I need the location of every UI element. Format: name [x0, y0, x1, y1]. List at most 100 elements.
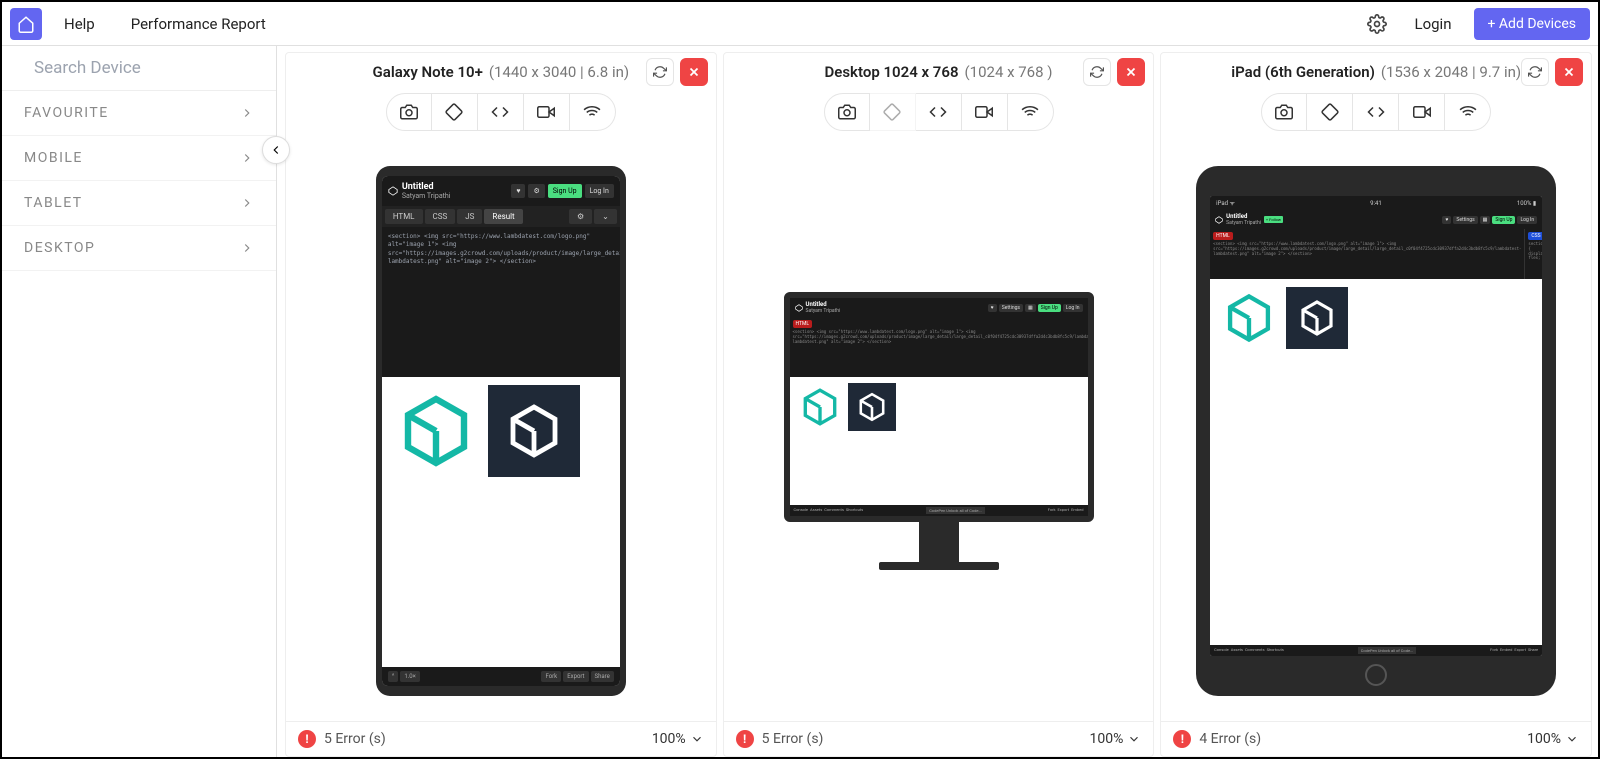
tab-result: Result	[484, 209, 522, 224]
codepen-title: Untitled	[806, 301, 841, 308]
refresh-icon	[1090, 65, 1104, 79]
codepen-code: <section> <img src="https://www.lambdate…	[382, 227, 620, 377]
rotate-icon	[1321, 103, 1339, 121]
settings-icon: ⚙	[528, 184, 544, 198]
device-header: iPad (6th Generation) (1536 x 2048 | 9.7…	[1161, 53, 1591, 87]
device-toolbar	[286, 87, 716, 141]
device-content: Galaxy Note 10+ (1440 x 3040 | 6.8 in)	[277, 46, 1598, 757]
device-title: Galaxy Note 10+	[373, 63, 483, 81]
logo-light	[390, 385, 482, 477]
rotate-button[interactable]	[870, 93, 916, 131]
settings-button[interactable]	[1361, 8, 1393, 40]
performance-report-link[interactable]: Performance Report	[117, 7, 280, 41]
network-button[interactable]	[570, 93, 616, 131]
device-footer: ! 5 Error (s) 100%	[286, 721, 716, 756]
home-button[interactable]	[10, 8, 42, 40]
phone-frame: UntitledSatyam Tripathi ♥ ⚙ Sign Up Log …	[376, 166, 626, 696]
main: FAVOURITE MOBILE TABLET DESKTOP Galaxy N…	[2, 46, 1598, 757]
device-footer: ! 5 Error (s) 100%	[724, 721, 1154, 756]
search-input[interactable]	[34, 58, 256, 78]
add-devices-button[interactable]: + Add Devices	[1474, 8, 1591, 40]
device-footer: ! 4 Error (s) 100%	[1161, 721, 1591, 756]
codepen-result	[1210, 279, 1542, 645]
ipad-frame: iPad ᯤ 9:41 100% ▮ UntitledSatyam Tripat…	[1196, 166, 1556, 696]
login-button: Log In	[585, 184, 614, 198]
chevron-down-icon	[1127, 732, 1141, 746]
close-icon	[1124, 65, 1138, 79]
chevron-right-icon	[240, 106, 254, 120]
code-icon	[929, 103, 947, 121]
ipad-status-bar: iPad ᯤ 9:41 100% ▮	[1210, 196, 1542, 210]
video-button[interactable]	[1399, 93, 1445, 131]
network-button[interactable]	[1445, 93, 1491, 131]
phone-screen[interactable]: UntitledSatyam Tripathi ♥ ⚙ Sign Up Log …	[382, 176, 620, 686]
video-button[interactable]	[524, 93, 570, 131]
fork-label: Fork	[541, 671, 561, 682]
codepen-footer: ^1.0× ForkExportShare	[382, 667, 620, 686]
settings-label: Settings	[999, 304, 1023, 312]
zoom-control[interactable]: 100%	[652, 731, 704, 747]
refresh-button[interactable]	[1521, 58, 1549, 86]
device-toolbar	[724, 87, 1154, 141]
screenshot-button[interactable]	[386, 93, 432, 131]
codepen-tabs: HTML CSS JS Result ⚙⌄	[382, 206, 620, 227]
wifi-icon	[1021, 103, 1039, 121]
sidebar-item-desktop[interactable]: DESKTOP	[2, 226, 276, 271]
code-icon	[491, 103, 509, 121]
chevron-right-icon	[240, 241, 254, 255]
codepen-panels: HTML<section> <img src="https://www.lamb…	[790, 317, 1088, 377]
error-badge[interactable]: ! 5 Error (s)	[298, 730, 386, 748]
camera-icon	[838, 103, 856, 121]
error-icon: !	[736, 730, 754, 748]
ipad-screen[interactable]: iPad ᯤ 9:41 100% ▮ UntitledSatyam Tripat…	[1210, 196, 1542, 656]
close-device-button[interactable]	[1117, 58, 1145, 86]
screenshot-button[interactable]	[824, 93, 870, 131]
logo-light	[1218, 287, 1280, 349]
video-button[interactable]	[962, 93, 1008, 131]
codepen-header: UntitledSatyam Tripathi ♥ ⚙ Sign Up Log …	[382, 176, 620, 206]
sidebar: FAVOURITE MOBILE TABLET DESKTOP	[2, 46, 277, 757]
refresh-button[interactable]	[646, 58, 674, 86]
camera-icon	[400, 103, 418, 121]
zoom-control[interactable]: 100%	[1527, 731, 1579, 747]
devtools-button[interactable]	[1353, 93, 1399, 131]
rotate-button[interactable]	[432, 93, 478, 131]
codepen-icon	[388, 186, 398, 196]
zoom-control[interactable]: 100%	[1089, 731, 1141, 747]
ipad-time: 9:41	[1370, 200, 1382, 207]
rotate-button[interactable]	[1307, 93, 1353, 131]
screenshot-button[interactable]	[1261, 93, 1307, 131]
video-icon	[537, 103, 555, 121]
error-icon: !	[298, 730, 316, 748]
sidebar-item-mobile[interactable]: MOBILE	[2, 136, 276, 181]
device-dimensions: (1536 x 2048 | 9.7 in)	[1381, 63, 1521, 81]
help-link[interactable]: Help	[50, 7, 109, 41]
devtools-button[interactable]	[478, 93, 524, 131]
login-link[interactable]: Login	[1405, 9, 1462, 39]
codepen-icon	[795, 304, 803, 312]
signup-button: Sign Up	[548, 184, 582, 198]
codepen-header: UntitledSatyam Tripathi + Follow ♥ Setti…	[1210, 210, 1542, 229]
sidebar-item-tablet[interactable]: TABLET	[2, 181, 276, 226]
error-badge[interactable]: ! 5 Error (s)	[736, 730, 824, 748]
logo-dark	[848, 383, 896, 431]
codepen-author: Satyam Tripathi	[806, 308, 841, 314]
monitor-stand	[919, 522, 959, 562]
network-button[interactable]	[1008, 93, 1054, 131]
codepen-panels: HTML<section> <img src="https://www.lamb…	[1210, 229, 1542, 279]
refresh-button[interactable]	[1083, 58, 1111, 86]
error-badge[interactable]: ! 4 Error (s)	[1173, 730, 1261, 748]
device-view: UntitledSatyam Tripathi ♥ ⚙ Sign Up Log …	[286, 141, 716, 721]
devtools-button[interactable]	[916, 93, 962, 131]
monitor-screen[interactable]: UntitledSatyam Tripathi ♥ Settings ▦ Sig…	[784, 292, 1094, 522]
error-count: 5 Error (s)	[324, 731, 386, 747]
camera-icon	[1275, 103, 1293, 121]
sidebar-item-favourite[interactable]: FAVOURITE	[2, 91, 276, 136]
tab-js: JS	[457, 209, 482, 224]
codepen-footer: ConsoleAssetsCommentsShortcuts CodePen U…	[1210, 645, 1542, 656]
collapse-sidebar-button[interactable]	[262, 136, 290, 164]
refresh-icon	[653, 65, 667, 79]
chevron-left-icon	[269, 143, 283, 157]
close-device-button[interactable]	[1555, 58, 1583, 86]
close-device-button[interactable]	[680, 58, 708, 86]
